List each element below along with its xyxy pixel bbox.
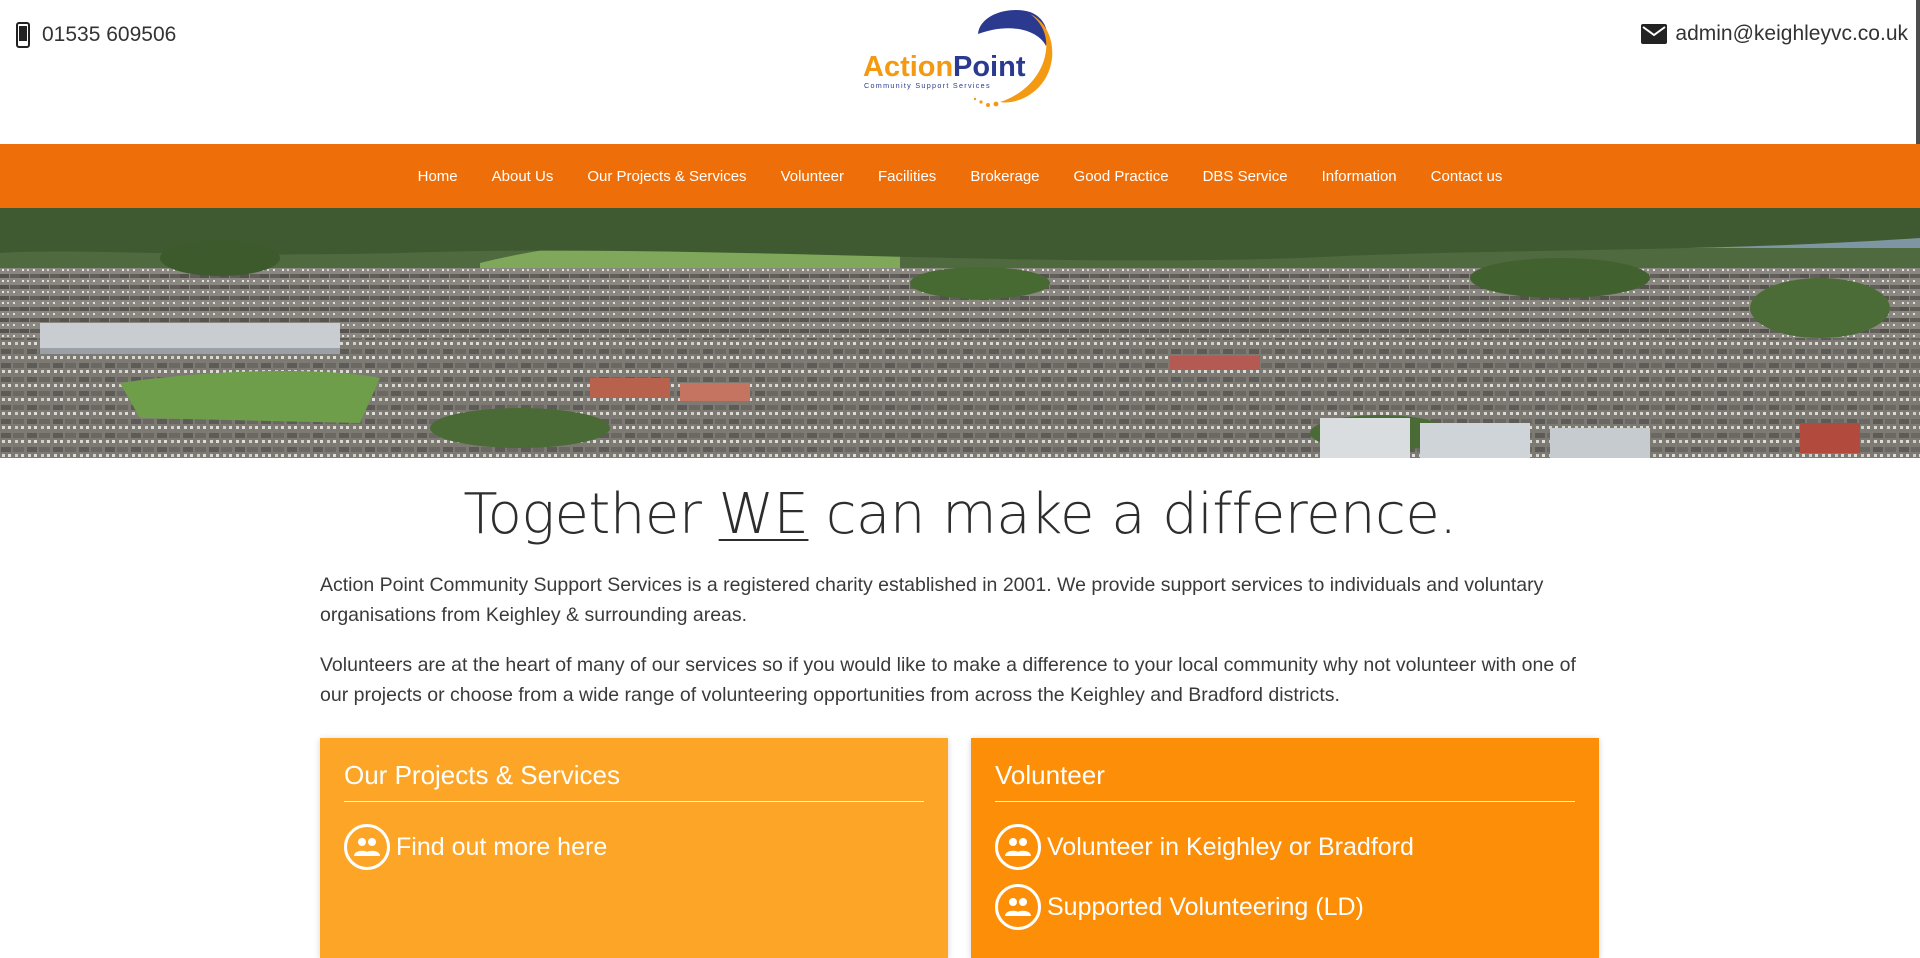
phone-number: 01535 609506 (42, 23, 177, 46)
svg-text:Community Support Services: Community Support Services (864, 81, 991, 90)
nav-item-brokerage[interactable]: Brokerage (970, 168, 1039, 185)
headline-part-2: can make a difference. (808, 482, 1457, 547)
volunteer-paragraph: Volunteers are at the heart of many of o… (320, 654, 1576, 706)
card-title: Volunteer (995, 760, 1575, 802)
envelope-icon (1641, 24, 1668, 44)
nav-item-facilities[interactable]: Facilities (878, 168, 936, 185)
nav-item-projects-services[interactable]: Our Projects & Services (587, 168, 746, 185)
nav-item-about-us[interactable]: About Us (492, 168, 554, 185)
headline-part-1: Together (463, 482, 719, 547)
volunteer-card: Volunteer Volunteer in Keighley or Bradf… (971, 738, 1599, 958)
find-out-more-link[interactable]: Find out more here (344, 824, 924, 870)
svg-text:Point: Point (953, 51, 1026, 83)
card-link-label: Supported Volunteering (LD) (1047, 892, 1364, 921)
hero-image (0, 208, 1920, 458)
main-nav: Home About Us Our Projects & Services Vo… (0, 144, 1920, 208)
page-headline: Together WE can make a difference. (0, 482, 1920, 547)
nav-item-dbs-service[interactable]: DBS Service (1203, 168, 1288, 185)
people-icon (995, 824, 1041, 870)
scrollbar[interactable] (1916, 0, 1920, 144)
intro-paragraph: Action Point Community Support Services … (320, 574, 1544, 626)
nav-item-home[interactable]: Home (418, 168, 458, 185)
card-link-label: Volunteer in Keighley or Bradford (1047, 832, 1414, 861)
site-logo[interactable]: Action Point Community Support Services (860, 4, 1066, 114)
action-point-logo: Action Point Community Support Services (863, 10, 1053, 107)
people-icon (995, 884, 1041, 930)
phone-contact[interactable]: 01535 609506 (16, 22, 176, 48)
projects-services-card: Our Projects & Services Find out more he… (320, 738, 948, 958)
card-link-label: Find out more here (396, 832, 608, 861)
volunteer-keighley-bradford-link[interactable]: Volunteer in Keighley or Bradford (995, 824, 1575, 870)
headline-emphasis: WE (718, 482, 809, 547)
supported-volunteering-link[interactable]: Supported Volunteering (LD) (995, 884, 1575, 930)
mobile-phone-icon (16, 22, 30, 48)
email-address: admin@keighleyvc.co.uk (1675, 22, 1908, 45)
people-icon (344, 824, 390, 870)
nav-item-information[interactable]: Information (1322, 168, 1397, 185)
nav-item-good-practice[interactable]: Good Practice (1074, 168, 1169, 185)
site-header: 01535 609506 Action Point Community Supp… (0, 0, 1920, 144)
email-contact[interactable]: admin@keighleyvc.co.uk (1641, 22, 1908, 46)
card-title: Our Projects & Services (344, 760, 924, 802)
nav-item-contact-us[interactable]: Contact us (1431, 168, 1503, 185)
svg-text:Action: Action (863, 51, 953, 83)
nav-item-volunteer[interactable]: Volunteer (781, 168, 844, 185)
